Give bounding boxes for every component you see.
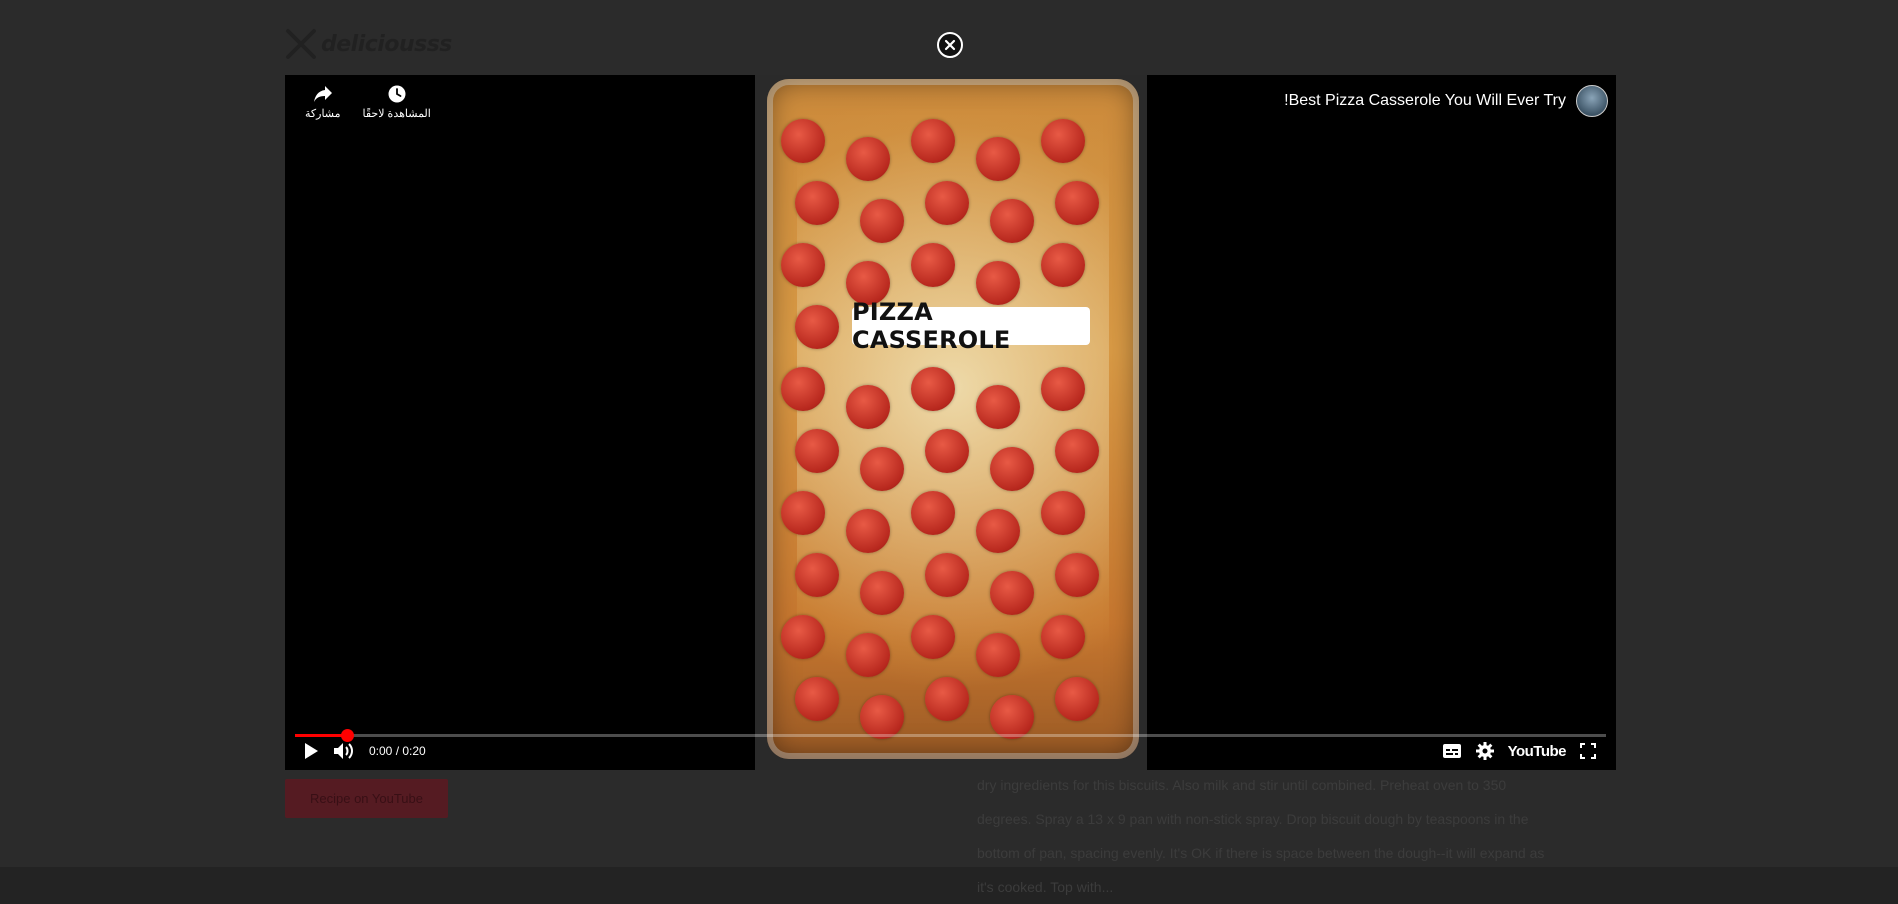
pepperoni-slice: [925, 181, 969, 225]
pepperoni-slice: [795, 677, 839, 721]
watch-later-button[interactable]: المشاهدة لاحقًا: [363, 85, 431, 120]
close-icon: [944, 39, 956, 51]
pepperoni-slice: [976, 509, 1020, 553]
fullscreen-icon: [1580, 743, 1596, 759]
pepperoni-slice: [781, 367, 825, 411]
pepperoni-slice: [1055, 429, 1099, 473]
pepperoni-slice: [781, 491, 825, 535]
progress-scrubber[interactable]: [341, 729, 355, 742]
pepperoni-slice: [860, 199, 904, 243]
recipe-line: dry ingredients for this biscuits. Also …: [977, 777, 1507, 793]
pepperoni-slice: [1055, 677, 1099, 721]
cross-utensils-icon: [286, 29, 316, 59]
recipe-instructions: dry ingredients for this biscuits. Also …: [977, 768, 1612, 904]
controls-right: YouTube: [1442, 742, 1596, 760]
pepperoni-slice: [925, 677, 969, 721]
pepperoni-slice: [1041, 491, 1085, 535]
volume-button[interactable]: [333, 742, 355, 760]
pepperoni-slice: [925, 429, 969, 473]
pepperoni-slice: [846, 633, 890, 677]
watch-later-label: المشاهدة لاحقًا: [362, 108, 431, 120]
pepperoni-slice: [976, 385, 1020, 429]
gear-icon: [1475, 742, 1494, 760]
site-logo[interactable]: deliciousss: [285, 28, 452, 60]
subtitles-button[interactable]: [1442, 743, 1462, 759]
pepperoni-slice: [990, 199, 1034, 243]
progress-fill: [295, 734, 348, 737]
progress-bar[interactable]: [295, 729, 1606, 742]
pepperoni-slice: [1041, 367, 1085, 411]
pepperoni-slice: [1041, 119, 1085, 163]
pepperoni-slice: [846, 509, 890, 553]
pepperoni-slice: [1055, 181, 1099, 225]
pepperoni-slice: [976, 137, 1020, 181]
pepperoni-slice: [1041, 615, 1085, 659]
video-title-bar: Best Pizza Casserole You Will Ever Try!: [1284, 85, 1608, 117]
pepperoni-slice: [990, 447, 1034, 491]
pepperoni-slice: [846, 385, 890, 429]
pepperoni-slice: [1041, 243, 1085, 287]
pepperoni-slice: [976, 633, 1020, 677]
controls-left: 0:00 / 0:20: [303, 742, 426, 760]
pepperoni-slice: [795, 305, 839, 349]
pepperoni-slice: [990, 695, 1034, 739]
pepperoni-slice: [911, 491, 955, 535]
share-button[interactable]: مشاركة: [305, 85, 341, 120]
video-player[interactable]: PIZZA CASSEROLE مشاركة المشاهدة لاحقًا B…: [285, 75, 1616, 770]
recipe-line: it's cooked. Top with...: [977, 879, 1114, 895]
share-label: مشاركة: [305, 108, 341, 120]
casserole-dish: PIZZA CASSEROLE: [767, 79, 1139, 759]
settings-button[interactable]: [1475, 742, 1494, 760]
channel-avatar[interactable]: [1576, 85, 1608, 117]
pepperoni-slice: [911, 615, 955, 659]
pepperoni-slice: [781, 243, 825, 287]
pepperoni-slice: [781, 615, 825, 659]
recipe-line: bottom of pan, spacing evenly. It's OK i…: [977, 845, 1545, 861]
pepperoni-slice: [846, 137, 890, 181]
pepperoni-slice: [795, 429, 839, 473]
subtitles-icon: [1442, 744, 1461, 758]
pepperoni-slice: [911, 243, 955, 287]
clock-icon: [388, 85, 406, 103]
pepperoni-slice: [860, 447, 904, 491]
video-title[interactable]: Best Pizza Casserole You Will Ever Try!: [1284, 92, 1566, 110]
video-frame: PIZZA CASSEROLE: [755, 75, 1147, 770]
pepperoni-slice: [795, 181, 839, 225]
pepperoni-slice: [990, 571, 1034, 615]
top-actions: مشاركة المشاهدة لاحقًا: [305, 85, 431, 120]
recipe-on-youtube-button[interactable]: Recipe on YouTube: [285, 779, 448, 818]
play-button[interactable]: [303, 742, 319, 760]
video-overlay-label: PIZZA CASSEROLE: [852, 298, 1090, 354]
pepperoni-slice: [1055, 553, 1099, 597]
close-button[interactable]: [937, 32, 963, 58]
volume-icon: [334, 743, 353, 759]
pepperoni-slice: [781, 119, 825, 163]
pepperoni-slice: [860, 695, 904, 739]
share-icon: [313, 86, 332, 102]
recipe-line: degrees. Spray a 13 x 9 pan with non-sti…: [977, 811, 1529, 827]
pepperoni-slice: [911, 367, 955, 411]
pepperoni-slice: [795, 553, 839, 597]
logo-text: deliciousss: [321, 31, 452, 57]
time-display: 0:00 / 0:20: [369, 744, 426, 758]
play-icon: [305, 743, 318, 759]
youtube-logo-button[interactable]: YouTube: [1508, 743, 1567, 760]
pepperoni-slice: [925, 553, 969, 597]
pepperoni-slice: [911, 119, 955, 163]
pepperoni-slice: [860, 571, 904, 615]
fullscreen-button[interactable]: [1580, 743, 1596, 759]
